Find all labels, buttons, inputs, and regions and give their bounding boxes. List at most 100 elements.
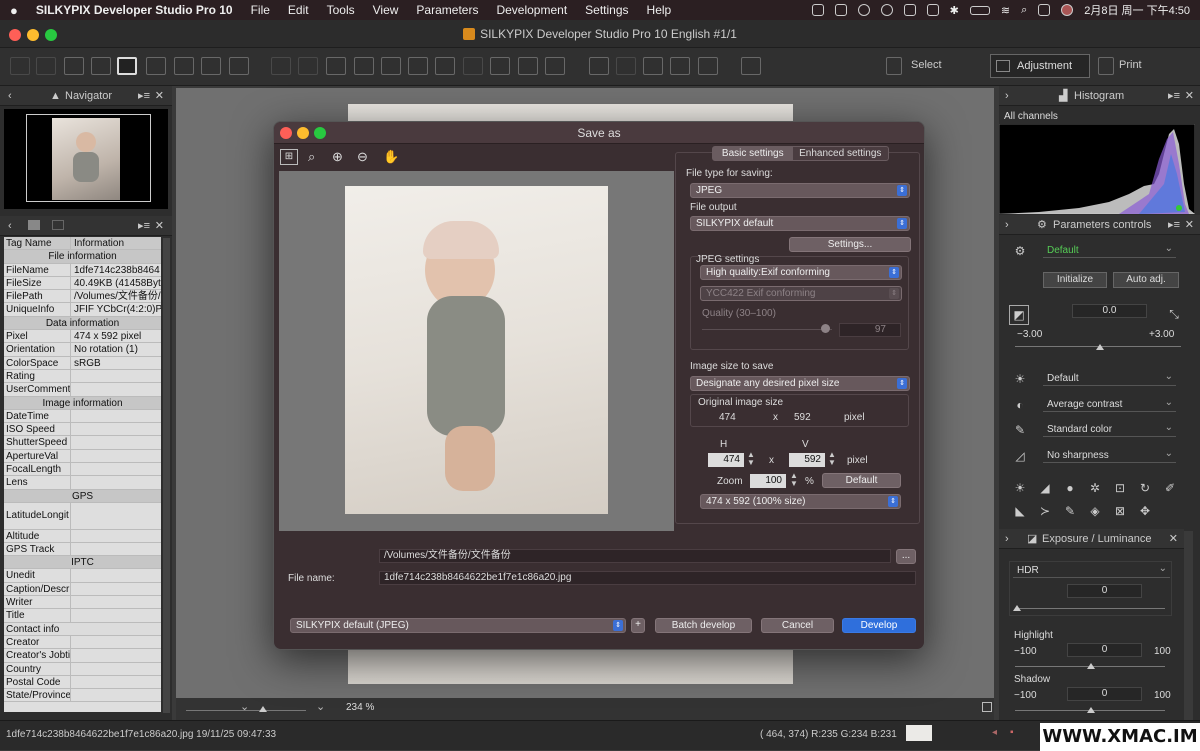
undo-icon[interactable]: [271, 57, 291, 75]
tag-value-cell[interactable]: [71, 649, 161, 661]
panel-menu-icon[interactable]: ▸≡: [138, 86, 150, 106]
file-type-select[interactable]: JPEG ⇕: [690, 183, 910, 198]
zoom-dropdown[interactable]: ⌄: [316, 700, 325, 713]
tag-value-cell[interactable]: [71, 410, 161, 422]
dialog-zoom-button[interactable]: [314, 127, 326, 139]
zoom-icon[interactable]: ⌕: [308, 149, 315, 165]
table-section-header[interactable]: File information: [4, 250, 161, 264]
brush-tool-icon[interactable]: ✎: [1063, 504, 1077, 518]
close-icon[interactable]: ✕: [155, 86, 164, 106]
frame-icon[interactable]: ⊡: [1113, 481, 1127, 495]
tag-value-cell[interactable]: 40.49KB (41458Byte: [71, 277, 161, 289]
layers-tool-icon[interactable]: ◈: [1088, 504, 1102, 518]
gray-dropper-icon[interactable]: [354, 57, 374, 75]
table-section-header[interactable]: Image information: [4, 396, 161, 410]
rotate-right-icon[interactable]: [518, 57, 538, 75]
panel-menu-icon-2[interactable]: ▸≡: [138, 216, 150, 236]
back-icon[interactable]: [10, 57, 30, 75]
color-select[interactable]: Standard color: [1043, 421, 1176, 437]
close-window-button[interactable]: [9, 29, 21, 41]
shadow-slider[interactable]: [1087, 707, 1095, 713]
zoom-out-icon[interactable]: ⊖: [357, 149, 368, 165]
settings-button[interactable]: Settings...: [789, 237, 911, 252]
table-row[interactable]: Creator's Jobti: [4, 649, 161, 663]
menu-parameters[interactable]: Parameters: [416, 3, 478, 17]
dropper-icon[interactable]: [326, 57, 346, 75]
gradient-icon[interactable]: ◣: [1013, 504, 1027, 518]
layers-icon[interactable]: [463, 57, 483, 75]
table-row[interactable]: Creator: [4, 635, 161, 650]
collapse-icon-2[interactable]: ‹: [8, 216, 12, 236]
menu-app-name[interactable]: SILKYPIX Developer Studio Pro 10: [36, 3, 233, 17]
check-icon[interactable]: [545, 57, 565, 75]
select-button[interactable]: Select: [911, 59, 942, 71]
status-icon-2[interactable]: [834, 4, 847, 16]
size-preset-select[interactable]: 474 x 592 (100% size) ⇕: [700, 494, 901, 509]
file-name-input[interactable]: 1dfe714c238b8464622be1f7e1c86a20.jpg: [379, 571, 916, 585]
status-icon-3[interactable]: [857, 4, 870, 16]
tag-value-cell[interactable]: sRGB: [71, 357, 161, 369]
copy-params-icon[interactable]: [589, 57, 609, 75]
zoom-window-button[interactable]: [45, 29, 57, 41]
status-icon-left[interactable]: ◂: [992, 727, 997, 738]
search-icon[interactable]: ⌕: [1021, 4, 1027, 17]
monitor-icon[interactable]: [670, 57, 690, 75]
dropper-tool-icon[interactable]: ✐: [1163, 481, 1177, 495]
browse-button[interactable]: ...: [896, 549, 916, 564]
table-row[interactable]: ApertureVal: [4, 449, 161, 464]
comment-icon[interactable]: [28, 220, 40, 230]
tag-value-cell[interactable]: [71, 383, 161, 395]
exposure-icon[interactable]: ◩: [1009, 305, 1029, 325]
h-stepper[interactable]: ▲ ▼: [747, 451, 755, 467]
highlight-value[interactable]: 0: [1067, 643, 1142, 657]
tab-basic-settings[interactable]: Basic settings: [713, 147, 793, 160]
table-row[interactable]: Writer: [4, 596, 161, 610]
h-input[interactable]: 474: [708, 453, 744, 467]
tag-value-cell[interactable]: 474 x 592 pixel: [71, 330, 161, 342]
stamp-tool-icon[interactable]: ✥: [1138, 504, 1152, 518]
tone-curve-icon[interactable]: ◢: [1038, 481, 1052, 495]
histogram-channel[interactable]: All channels: [1004, 111, 1058, 122]
table-row[interactable]: ShutterSpeed: [4, 436, 161, 450]
fill-light-icon[interactable]: ✲: [1088, 481, 1102, 495]
tag-value-cell[interactable]: [71, 543, 161, 555]
highlight-slider[interactable]: [1087, 663, 1095, 669]
compare-view-icon[interactable]: [146, 57, 166, 75]
table-row[interactable]: Unedit: [4, 569, 161, 583]
tag-value-cell[interactable]: [71, 689, 161, 701]
tag-value-cell[interactable]: /Volumes/文件备份/: [71, 290, 161, 302]
clock[interactable]: 2月8日 周一 下午4:50: [1084, 2, 1190, 18]
battery-icon[interactable]: [969, 5, 990, 15]
v-stepper[interactable]: ▲ ▼: [828, 451, 836, 467]
tag-value-cell[interactable]: [71, 530, 161, 542]
table-section-header[interactable]: GPS: [4, 489, 161, 503]
table-row[interactable]: Pixel 474 x 592 pixel: [4, 330, 161, 344]
table-row[interactable]: FocalLength: [4, 463, 161, 477]
contrast-icon[interactable]: ◐: [1013, 398, 1027, 412]
white-balance-select[interactable]: Default: [1043, 370, 1176, 386]
dropper-color-icon[interactable]: ✎: [1013, 423, 1027, 437]
close-icon-4[interactable]: ✕: [1185, 215, 1194, 235]
filmstrip-view-icon[interactable]: [91, 57, 111, 75]
menu-file[interactable]: File: [251, 3, 270, 17]
path-field[interactable]: /Volumes/文件备份/文件备份: [379, 549, 891, 563]
zoom-slider[interactable]: [259, 706, 267, 712]
grid-view-icon[interactable]: [64, 57, 84, 75]
printer-icon[interactable]: [1098, 57, 1114, 75]
table-row[interactable]: Rating: [4, 369, 161, 384]
col-information[interactable]: Information: [71, 237, 161, 249]
tag-value-cell[interactable]: [71, 596, 161, 608]
add-preset-button[interactable]: +: [631, 618, 645, 633]
preset-select[interactable]: SILKYPIX default (JPEG) ⇕: [290, 618, 626, 633]
batch-develop-button[interactable]: Batch develop: [655, 618, 752, 633]
collapse-icon[interactable]: ‹: [8, 86, 12, 106]
menu-view[interactable]: View: [373, 3, 399, 17]
minimize-window-button[interactable]: [27, 29, 39, 41]
table-row[interactable]: Postal Code: [4, 675, 161, 690]
status-icon-1[interactable]: [811, 4, 824, 16]
contrast-select[interactable]: Average contrast: [1043, 396, 1176, 412]
menu-help[interactable]: Help: [647, 3, 672, 17]
tag-value-cell[interactable]: 1dfe714c238b8464: [71, 264, 161, 276]
table-row[interactable]: Altitude: [4, 529, 161, 543]
stamp-icon[interactable]: [698, 57, 718, 75]
